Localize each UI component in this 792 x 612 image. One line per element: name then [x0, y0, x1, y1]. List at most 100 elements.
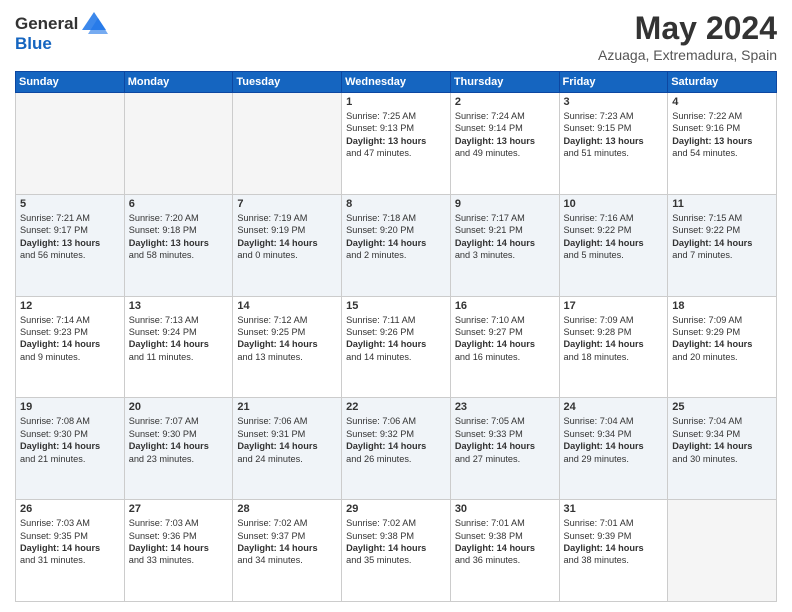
- day-number: 22: [346, 401, 446, 413]
- calendar-cell: 26 Sunrise: 7:03 AMSunset: 9:35 PMDayligh…: [16, 500, 125, 602]
- day-info: Sunrise: 7:19 AMSunset: 9:19 PMDaylight:…: [237, 212, 337, 262]
- calendar-cell: 18Sunrise: 7:09 AMSunset: 9:29 PMDayligh…: [668, 296, 777, 398]
- week-row-2: 12 Sunrise: 7:14 AMSunset: 9:23 PMDayligh…: [16, 296, 777, 398]
- day-number: 15: [346, 300, 446, 312]
- week-row-4: 26 Sunrise: 7:03 AMSunset: 9:35 PMDayligh…: [16, 500, 777, 602]
- day-info: Sunrise: 7:01 AMSunset: 9:38 PMDaylight:…: [455, 517, 555, 567]
- day-number: 20: [129, 401, 229, 413]
- calendar-cell: 31Sunrise: 7:01 AMSunset: 9:39 PMDayligh…: [559, 500, 668, 602]
- day-info: Sunrise: 7:15 AMSunset: 9:22 PMDaylight:…: [672, 212, 772, 262]
- calendar-table: SundayMondayTuesdayWednesdayThursdayFrid…: [15, 71, 777, 602]
- calendar-cell: 2 Sunrise: 7:24 AMSunset: 9:14 PMDaylight…: [450, 93, 559, 195]
- day-info: Sunrise: 7:01 AMSunset: 9:39 PMDaylight:…: [564, 517, 664, 567]
- calendar-cell: 24Sunrise: 7:04 AMSunset: 9:34 PMDayligh…: [559, 398, 668, 500]
- day-info: Sunrise: 7:02 AMSunset: 9:38 PMDaylight:…: [346, 517, 446, 567]
- day-info: Sunrise: 7:11 AMSunset: 9:26 PMDaylight:…: [346, 314, 446, 364]
- calendar-cell: 3 Sunrise: 7:23 AMSunset: 9:15 PMDaylight…: [559, 93, 668, 195]
- calendar-cell: 25 Sunrise: 7:04 AMSunset: 9:34 PMDayligh…: [668, 398, 777, 500]
- title-block: May 2024 Azuaga, Extremadura, Spain: [598, 10, 777, 63]
- day-number: 28: [237, 503, 337, 515]
- day-number: 16: [455, 300, 555, 312]
- day-header-wednesday: Wednesday: [342, 72, 451, 93]
- day-number: 10: [564, 198, 664, 210]
- calendar-cell: 11Sunrise: 7:15 AMSunset: 9:22 PMDayligh…: [668, 194, 777, 296]
- day-number: 4: [672, 96, 772, 108]
- calendar-cell: 19Sunrise: 7:08 AMSunset: 9:30 PMDayligh…: [16, 398, 125, 500]
- day-number: 5: [20, 198, 120, 210]
- calendar-cell: 8 Sunrise: 7:18 AMSunset: 9:20 PMDaylight…: [342, 194, 451, 296]
- day-number: 17: [564, 300, 664, 312]
- calendar-cell: [233, 93, 342, 195]
- day-info: Sunrise: 7:10 AMSunset: 9:27 PMDaylight:…: [455, 314, 555, 364]
- week-row-1: 5 Sunrise: 7:21 AMSunset: 9:17 PMDaylight…: [16, 194, 777, 296]
- day-info: Sunrise: 7:24 AMSunset: 9:14 PMDaylight:…: [455, 110, 555, 160]
- day-header-saturday: Saturday: [668, 72, 777, 93]
- day-info: Sunrise: 7:14 AMSunset: 9:23 PMDaylight:…: [20, 314, 120, 364]
- day-header-sunday: Sunday: [16, 72, 125, 93]
- day-info: Sunrise: 7:03 AMSunset: 9:35 PMDaylight:…: [20, 517, 120, 567]
- day-header-tuesday: Tuesday: [233, 72, 342, 93]
- day-info: Sunrise: 7:02 AMSunset: 9:37 PMDaylight:…: [237, 517, 337, 567]
- day-info: Sunrise: 7:06 AMSunset: 9:32 PMDaylight:…: [346, 415, 446, 465]
- calendar-cell: 23 Sunrise: 7:05 AMSunset: 9:33 PMDayligh…: [450, 398, 559, 500]
- day-number: 13: [129, 300, 229, 312]
- calendar-cell: 27Sunrise: 7:03 AMSunset: 9:36 PMDayligh…: [124, 500, 233, 602]
- calendar-cell: 5 Sunrise: 7:21 AMSunset: 9:17 PMDaylight…: [16, 194, 125, 296]
- calendar-cell: 21 Sunrise: 7:06 AMSunset: 9:31 PMDayligh…: [233, 398, 342, 500]
- header: General Blue May 2024 Azuaga, Extremadur…: [15, 10, 777, 63]
- calendar-cell: 22 Sunrise: 7:06 AMSunset: 9:32 PMDayligh…: [342, 398, 451, 500]
- week-row-3: 19Sunrise: 7:08 AMSunset: 9:30 PMDayligh…: [16, 398, 777, 500]
- calendar-cell: 4 Sunrise: 7:22 AMSunset: 9:16 PMDaylight…: [668, 93, 777, 195]
- month-title: May 2024: [598, 10, 777, 47]
- day-info: Sunrise: 7:05 AMSunset: 9:33 PMDaylight:…: [455, 415, 555, 465]
- day-info: Sunrise: 7:04 AMSunset: 9:34 PMDaylight:…: [672, 415, 772, 465]
- calendar-cell: 7Sunrise: 7:19 AMSunset: 9:19 PMDaylight…: [233, 194, 342, 296]
- day-number: 2: [455, 96, 555, 108]
- day-number: 23: [455, 401, 555, 413]
- day-info: Sunrise: 7:12 AMSunset: 9:25 PMDaylight:…: [237, 314, 337, 364]
- day-number: 30: [455, 503, 555, 515]
- day-info: Sunrise: 7:22 AMSunset: 9:16 PMDaylight:…: [672, 110, 772, 160]
- calendar-cell: 12 Sunrise: 7:14 AMSunset: 9:23 PMDayligh…: [16, 296, 125, 398]
- day-number: 14: [237, 300, 337, 312]
- calendar-cell: 28 Sunrise: 7:02 AMSunset: 9:37 PMDayligh…: [233, 500, 342, 602]
- logo: General Blue: [15, 10, 108, 54]
- header-row: SundayMondayTuesdayWednesdayThursdayFrid…: [16, 72, 777, 93]
- logo-icon: [80, 10, 108, 38]
- calendar-cell: [668, 500, 777, 602]
- day-info: Sunrise: 7:09 AMSunset: 9:28 PMDaylight:…: [564, 314, 664, 364]
- logo-general-text: General: [15, 14, 78, 34]
- calendar-cell: 13 Sunrise: 7:13 AMSunset: 9:24 PMDayligh…: [124, 296, 233, 398]
- calendar-cell: 9Sunrise: 7:17 AMSunset: 9:21 PMDaylight…: [450, 194, 559, 296]
- day-number: 1: [346, 96, 446, 108]
- day-number: 19: [20, 401, 120, 413]
- calendar-cell: 20 Sunrise: 7:07 AMSunset: 9:30 PMDayligh…: [124, 398, 233, 500]
- day-info: Sunrise: 7:18 AMSunset: 9:20 PMDaylight:…: [346, 212, 446, 262]
- calendar-cell: [16, 93, 125, 195]
- week-row-0: 1Sunrise: 7:25 AMSunset: 9:13 PMDaylight…: [16, 93, 777, 195]
- day-number: 29: [346, 503, 446, 515]
- day-number: 27: [129, 503, 229, 515]
- day-info: Sunrise: 7:07 AMSunset: 9:30 PMDaylight:…: [129, 415, 229, 465]
- calendar-cell: 6Sunrise: 7:20 AMSunset: 9:18 PMDaylight…: [124, 194, 233, 296]
- day-header-monday: Monday: [124, 72, 233, 93]
- calendar-cell: 30 Sunrise: 7:01 AMSunset: 9:38 PMDayligh…: [450, 500, 559, 602]
- day-number: 12: [20, 300, 120, 312]
- day-info: Sunrise: 7:16 AMSunset: 9:22 PMDaylight:…: [564, 212, 664, 262]
- day-number: 8: [346, 198, 446, 210]
- day-number: 25: [672, 401, 772, 413]
- day-number: 21: [237, 401, 337, 413]
- day-info: Sunrise: 7:23 AMSunset: 9:15 PMDaylight:…: [564, 110, 664, 160]
- day-number: 3: [564, 96, 664, 108]
- day-info: Sunrise: 7:21 AMSunset: 9:17 PMDaylight:…: [20, 212, 120, 262]
- day-number: 9: [455, 198, 555, 210]
- day-info: Sunrise: 7:20 AMSunset: 9:18 PMDaylight:…: [129, 212, 229, 262]
- calendar-cell: 10 Sunrise: 7:16 AMSunset: 9:22 PMDayligh…: [559, 194, 668, 296]
- page: General Blue May 2024 Azuaga, Extremadur…: [0, 0, 792, 612]
- day-number: 24: [564, 401, 664, 413]
- day-info: Sunrise: 7:13 AMSunset: 9:24 PMDaylight:…: [129, 314, 229, 364]
- day-header-thursday: Thursday: [450, 72, 559, 93]
- day-info: Sunrise: 7:06 AMSunset: 9:31 PMDaylight:…: [237, 415, 337, 465]
- day-number: 26: [20, 503, 120, 515]
- calendar-cell: [124, 93, 233, 195]
